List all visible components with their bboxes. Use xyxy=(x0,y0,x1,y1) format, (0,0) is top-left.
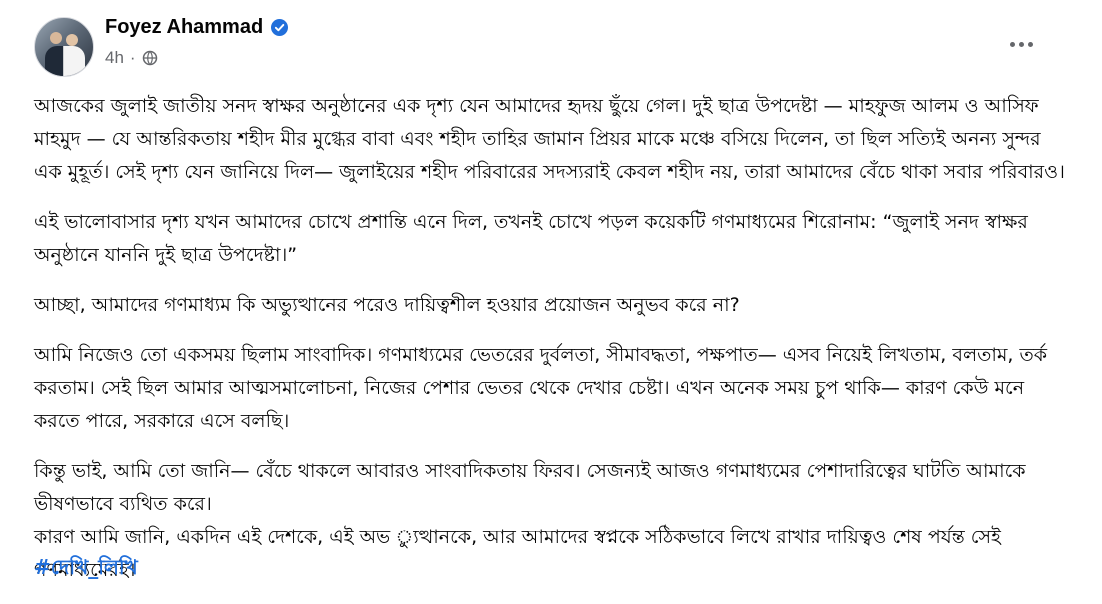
post-paragraph: এই ভালোবাসার দৃশ্য যখন আমাদের চোখে প্রশা… xyxy=(34,211,1028,266)
post-timestamp[interactable]: 4h xyxy=(105,48,124,68)
author-name[interactable]: Foyez Ahammad xyxy=(105,16,263,39)
post-paragraph: আজকের জুলাই জাতীয় সনদ স্বাক্ষর অনুষ্ঠান… xyxy=(34,95,1065,183)
post-paragraph: আমি নিজেও তো একসময় ছিলাম সাংবাদিক। গণমা… xyxy=(34,344,1048,432)
author-name-row: Foyez Ahammad xyxy=(105,16,289,39)
globe-icon[interactable] xyxy=(142,50,158,66)
more-dot xyxy=(1009,41,1015,47)
post-paragraph: আচ্ছা, আমাদের গণমাধ্যম কি অভ্যুত্থানের প… xyxy=(34,294,740,316)
hashtag-link[interactable]: #দেখি_লিখি xyxy=(34,553,138,586)
meta-separator: · xyxy=(129,48,136,67)
post-paragraph: কারণ আমি জানি, একদিন এই দেশকে, এই অভ ্যু… xyxy=(34,526,1001,581)
more-dot xyxy=(1027,41,1033,47)
post-body: আজকের জুলাই জাতীয় সনদ স্বাক্ষর অনুষ্ঠান… xyxy=(34,90,1074,604)
more-dot xyxy=(1018,41,1024,47)
author-avatar[interactable] xyxy=(34,17,94,77)
post-meta: 4h · xyxy=(105,48,158,68)
post-paragraph: কিন্তু ভাই, আমি তো জানি— বেঁচে থাকলে আবা… xyxy=(34,460,1026,515)
verified-badge-icon xyxy=(271,19,289,36)
more-options-button[interactable] xyxy=(1004,30,1038,58)
